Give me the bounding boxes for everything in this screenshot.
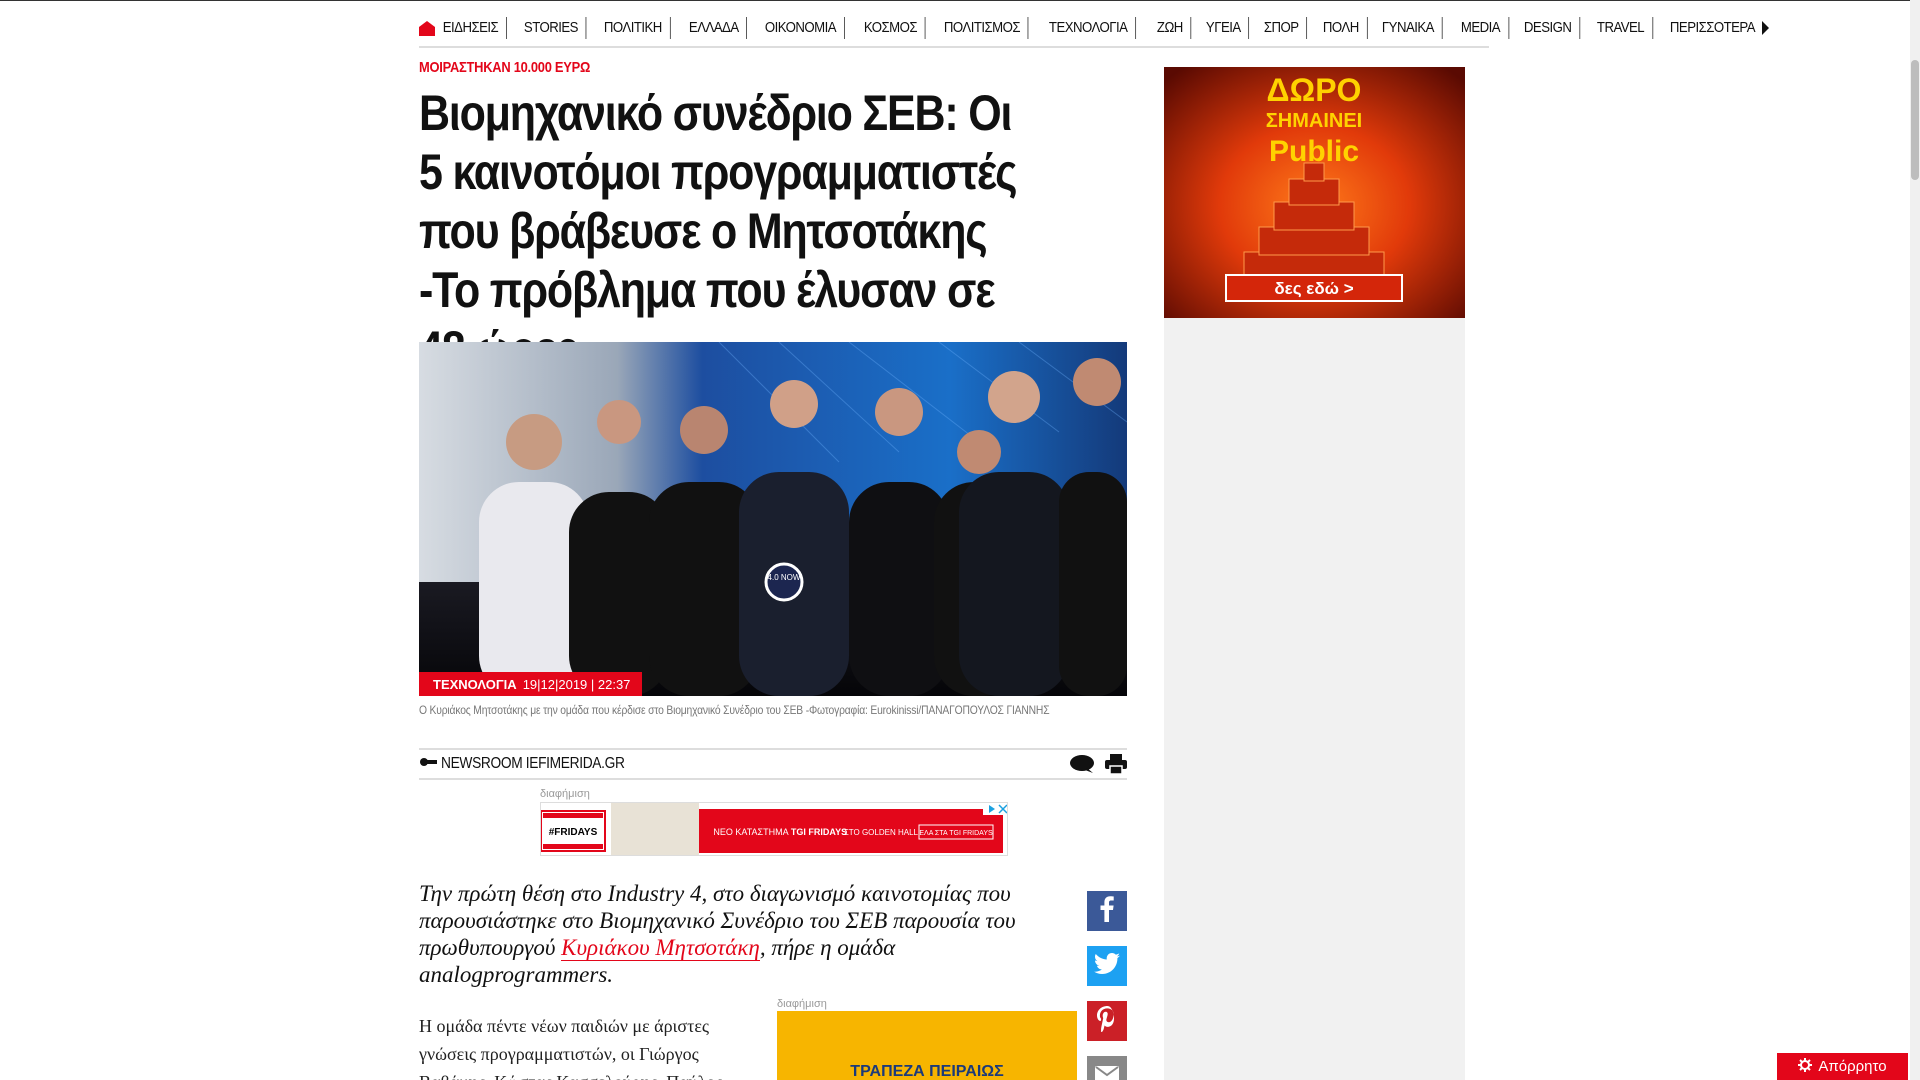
mail-icon <box>1095 1065 1119 1080</box>
author-icon <box>419 755 437 773</box>
article-body: Η ομάδα πέντε νέων παιδιών με άριστες γν… <box>419 1016 722 1080</box>
nav-item-9[interactable]: ΥΓΕΙΑ <box>1198 17 1250 39</box>
fridays-cta[interactable]: ΕΛΑ ΣΤΑ TGI FRIDAYS <box>919 830 993 837</box>
nav-item-13[interactable]: MEDIA <box>1453 17 1509 39</box>
print-icon[interactable] <box>1105 754 1127 779</box>
ad-label: διαφήμιση <box>540 788 590 800</box>
bank-ad[interactable]: ΤΡΑΠΕΖΑ ΠΕΙΡΑΙΩΣ <box>777 1011 1077 1080</box>
fridays-ad-banner[interactable]: #FRIDAYS ΝΕΟ ΚΑΤΑΣΤΗΜΑ TGI FRIDAYS ΣΤΟ G… <box>540 802 1008 856</box>
nav-item-7[interactable]: ΤΕΧΝΟΛΟΓΙΑ <box>1041 17 1137 39</box>
nav-item-16[interactable]: ΠΕΡΙΣΣΟΤΕΡΑ <box>1662 17 1763 39</box>
nav-item-0[interactable]: ΕΙΔΗΣΕΙΣ <box>441 17 507 39</box>
top-border <box>0 0 1920 1</box>
nav-item-4[interactable]: ΟΙΚΟΝΟΜΙΑ <box>757 17 845 39</box>
author-bar: NEWSROOM IEFIMERIDA.GR <box>419 748 1127 780</box>
award-badge: 4.0 NOW <box>768 573 801 582</box>
ad-label-2: διαφήμιση <box>777 998 827 1010</box>
nav-item-2[interactable]: ΠΟΛΙΤΙΚΗ <box>596 17 671 39</box>
main-nav: ΕΙΔΗΣΕΙΣ STORIES ΠΟΛΙΤΙΚΗ ΕΛΛΑΔΑ ΟΙΚΟΝΟΜΙΑ ΚΟ… <box>419 10 1770 48</box>
twitter-icon <box>1094 952 1120 980</box>
article-lead: Την πρώτη θέση στο Industry 4, στο διαγω… <box>419 880 1059 988</box>
sidebar-ad-line1: ΔΩΡΟ <box>1267 72 1362 108</box>
privacy-label: Απόρρητο <box>1818 1058 1887 1075</box>
sidebar-ad-line2: ΣΗΜΑΙΝΕΙ <box>1266 110 1362 132</box>
nav-item-10[interactable]: ΣΠΟΡ <box>1256 17 1308 39</box>
nav-item-12[interactable]: ΓΥΝΑΙΚΑ <box>1374 17 1444 39</box>
twitter-share-button[interactable] <box>1087 946 1127 986</box>
fridays-highlight: TGI FRIDAYS <box>791 827 847 837</box>
sidebar-placeholder <box>1164 318 1465 1080</box>
nav-item-14[interactable]: DESIGN <box>1516 17 1581 39</box>
home-icon[interactable] <box>419 17 435 39</box>
article-category[interactable]: ΤΕΧΝΟΛΟΓΙΑ <box>433 677 517 692</box>
nav-item-11[interactable]: ΠΟΛΗ <box>1315 17 1368 39</box>
comment-icon[interactable] <box>1069 754 1095 779</box>
nav-item-15[interactable]: TRAVEL <box>1589 17 1653 39</box>
privacy-button[interactable]: Απόρρητο <box>1777 1053 1908 1080</box>
photo-caption: Ο Κυριάκος Μητσοτάκης με την ομάδα που κ… <box>419 703 1050 717</box>
article-kicker: ΜΟΙΡΑΣΤΗΚΑΝ 10.000 ΕΥΡΩ <box>419 59 591 76</box>
nav-item-1[interactable]: STORIES <box>516 17 587 39</box>
article-author[interactable]: NEWSROOM IEFIMERIDA.GR <box>441 755 625 773</box>
article-datetime: 19|12|2019 | 22:37 <box>522 676 631 692</box>
nav-item-6[interactable]: ΠΟΛΙΤΙΣΜΟΣ <box>936 17 1029 39</box>
gear-icon <box>1798 1057 1813 1076</box>
facebook-share-button[interactable] <box>1087 891 1127 931</box>
scrollbar-thumb[interactable] <box>1911 60 1919 180</box>
public-sidebar-ad[interactable]: ΔΩΡΟ ΣΗΜΑΙΝΕΙ Public δες εδώ > <box>1164 67 1465 318</box>
pinterest-icon <box>1096 1005 1118 1037</box>
fridays-text2: ΣΤΟ GOLDEN HALL! <box>844 828 920 837</box>
triangle-right-icon[interactable] <box>1762 21 1770 35</box>
nav-item-8[interactable]: ΖΩΗ <box>1149 17 1193 39</box>
photo-meta-tag: ΤΕΧΝΟΛΟΓΙΑ 19|12|2019 | 22:37 <box>419 672 643 696</box>
nav-item-5[interactable]: ΚΟΣΜΟΣ <box>856 17 927 39</box>
fridays-logo: #FRIDAYS <box>549 827 598 838</box>
sidebar-ad-cta[interactable]: δες εδώ > <box>1274 279 1353 298</box>
pinterest-share-button[interactable] <box>1087 1001 1127 1041</box>
email-share-button[interactable] <box>1087 1056 1127 1080</box>
article-photo: 4.0 NOW <box>419 342 1127 696</box>
lead-link[interactable]: Κυριάκου Μητσοτάκη <box>561 935 760 961</box>
article-headline: Βιομηχανικό συνέδριο ΣΕΒ: Οι 5 καινοτόμο… <box>419 85 1018 377</box>
page-scrollbar[interactable] <box>1910 0 1920 1080</box>
facebook-icon <box>1100 895 1114 927</box>
fridays-text: ΝΕΟ ΚΑΤΑΣΤΗΜΑ <box>713 827 788 837</box>
nav-item-3[interactable]: ΕΛΛΑΔΑ <box>681 17 748 39</box>
bank-ad-text: ΤΡΑΠΕΖΑ ΠΕΙΡΑΙΩΣ <box>850 1063 1004 1080</box>
